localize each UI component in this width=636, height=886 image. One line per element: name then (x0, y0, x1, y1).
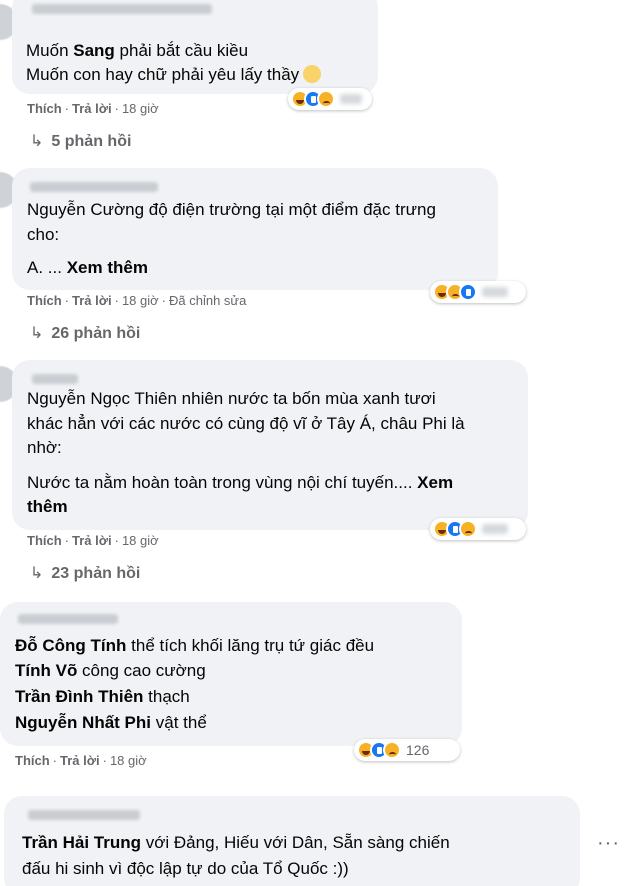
text-run: nhờ: (27, 438, 62, 457)
bold-text-run: Nguyễn Nhất Phi (15, 713, 152, 732)
text-run: Nguyễn Ngọc Thiên nhiên nước ta bốn mùa … (27, 389, 436, 408)
bold-text-run: Đỗ Công Tính (15, 636, 127, 655)
comment-time[interactable]: 18 giờ (122, 293, 159, 308)
view-replies-link[interactable]: ↳ 5 phản hồi (30, 131, 131, 151)
bold-text-run: Tính Võ (15, 661, 78, 680)
reaction-summary[interactable]: 126 (354, 739, 460, 761)
pacman-emoji-icon (303, 65, 322, 83)
text-run: Muốn (26, 41, 74, 60)
comment-author-blurred[interactable] (28, 810, 140, 820)
reaction-count-blurred (482, 524, 508, 534)
comment-author-blurred[interactable] (30, 182, 158, 192)
text-run: vật thể (151, 713, 207, 732)
view-replies-link[interactable]: ↳ 23 phản hồi (30, 563, 140, 583)
reply-arrow-icon: ↳ (30, 133, 44, 150)
like-action[interactable]: Thích (15, 753, 50, 768)
edited-label: Đã chỉnh sửa (169, 293, 247, 308)
comment-thread-2: Nguyễn Cường độ điện trường tại một điểm… (0, 160, 636, 350)
comment-thread-4: Đỗ Công Tính thể tích khối lăng trụ tứ g… (0, 600, 636, 790)
comment-bubble (12, 360, 528, 530)
comment-line: khác hẳn với các nước có cùng độ vĩ ở Tâ… (27, 412, 465, 436)
reaction-summary[interactable] (288, 88, 372, 110)
bold-text-run: Sang (73, 41, 115, 60)
text-run: đấu hi sinh vì độc lập tự do của Tổ Quốc… (22, 859, 349, 878)
comment-line[interactable]: Nước ta nằm hoàn toàn trong vùng nội chí… (27, 471, 453, 495)
bold-text-run: thêm (27, 497, 68, 516)
comment-meta: Thích · Trả lời · 18 giờ (15, 753, 147, 768)
bold-text-run: Xem thêm (66, 258, 148, 277)
text-run: thạch (143, 687, 190, 706)
comment-meta: Thích · Trả lời · 18 giờ · Đã chỉnh sửa (27, 293, 247, 308)
reply-action[interactable]: Trả lời (72, 533, 112, 548)
comment-author-blurred[interactable] (32, 374, 78, 384)
comment-thread-1: Muốn Sang phải bắt cầu kiều Muốn con hay… (0, 0, 636, 160)
reaction-count: 126 (406, 742, 430, 758)
comment-line: Muốn con hay chữ phải yêu lấy thầy (26, 63, 322, 87)
comment-line: Trần Hải Trung với Đảng, Hiếu với Dân, S… (22, 831, 450, 855)
reaction-summary[interactable] (430, 518, 526, 540)
sad-reaction-icon (317, 90, 335, 108)
sad-reaction-icon (459, 520, 477, 538)
comment-thread-3: Nguyễn Ngọc Thiên nhiên nước ta bốn mùa … (0, 350, 636, 600)
comment-line: Nguyễn Cường độ điện trường tại một điểm… (27, 198, 436, 222)
text-run: Nguyễn Cường độ điện trường tại một điểm… (27, 200, 436, 219)
bold-text-run: Xem (417, 473, 454, 492)
comment-author-blurred[interactable] (32, 4, 212, 14)
comment-meta: Thích · Trả lời · 18 giờ (27, 101, 159, 116)
text-run: khác hẳn với các nước có cùng độ vĩ ở Tâ… (27, 414, 465, 433)
reply-action[interactable]: Trả lời (60, 753, 100, 768)
sad-reaction-icon (383, 741, 401, 759)
bold-text-run: Trần Hải Trung (22, 833, 142, 852)
comment-line[interactable]: A. ... Xem thêm (27, 256, 148, 280)
text-run: với Đảng, Hiếu với Dân, Sẵn sàng chiến (141, 833, 450, 852)
comment-author-blurred[interactable] (18, 614, 118, 624)
comment-line: nhờ: (27, 436, 62, 460)
text-run: công cao cường (77, 661, 206, 680)
comment-line: Trần Đình Thiên thạch (15, 685, 190, 709)
more-options-icon[interactable]: ··· (597, 832, 620, 855)
comment-meta: Thích · Trả lời · 18 giờ (27, 533, 159, 548)
comment-line: cho: (27, 223, 59, 247)
bold-text-run: Trần Đình Thiên (15, 687, 144, 706)
comment-thread-5: Trần Hải Trung với Đảng, Hiếu với Dân, S… (0, 790, 636, 886)
text-run: thể tích khối lăng trụ tứ giác đều (126, 636, 375, 655)
text-run: Nước ta nằm hoàn toàn trong vùng nội chí… (27, 473, 418, 492)
comment-time[interactable]: 18 giờ (110, 753, 147, 768)
comment-time[interactable]: 18 giờ (122, 533, 159, 548)
comment-line: Muốn Sang phải bắt cầu kiều (26, 39, 248, 63)
comment-line: Nguyễn Nhất Phi vật thể (15, 711, 207, 735)
reply-arrow-icon: ↳ (30, 565, 44, 582)
like-action[interactable]: Thích (27, 533, 62, 548)
comment-line[interactable]: thêm (27, 495, 68, 519)
reaction-summary[interactable] (430, 281, 526, 303)
reply-action[interactable]: Trả lời (72, 293, 112, 308)
reply-action[interactable]: Trả lời (72, 101, 112, 116)
text-run: phải bắt cầu kiều (114, 41, 249, 60)
like-action[interactable]: Thích (27, 293, 62, 308)
like-reaction-icon (459, 283, 477, 301)
comment-line: đấu hi sinh vì độc lập tự do của Tổ Quốc… (22, 857, 349, 881)
comment-line: Nguyễn Ngọc Thiên nhiên nước ta bốn mùa … (27, 387, 436, 411)
text-run: Muốn con hay chữ phải yêu lấy thầy (26, 65, 300, 84)
reaction-count-blurred (340, 94, 362, 104)
comment-line: Tính Võ công cao cường (15, 659, 206, 683)
view-replies-link[interactable]: ↳ 26 phản hồi (30, 323, 140, 343)
comment-line: Đỗ Công Tính thể tích khối lăng trụ tứ g… (15, 634, 374, 658)
reaction-count-blurred (482, 287, 508, 297)
text-run: A. ... (27, 258, 67, 277)
text-run: cho: (27, 225, 60, 244)
like-action[interactable]: Thích (27, 101, 62, 116)
reply-arrow-icon: ↳ (30, 325, 44, 342)
comment-time[interactable]: 18 giờ (122, 101, 159, 116)
